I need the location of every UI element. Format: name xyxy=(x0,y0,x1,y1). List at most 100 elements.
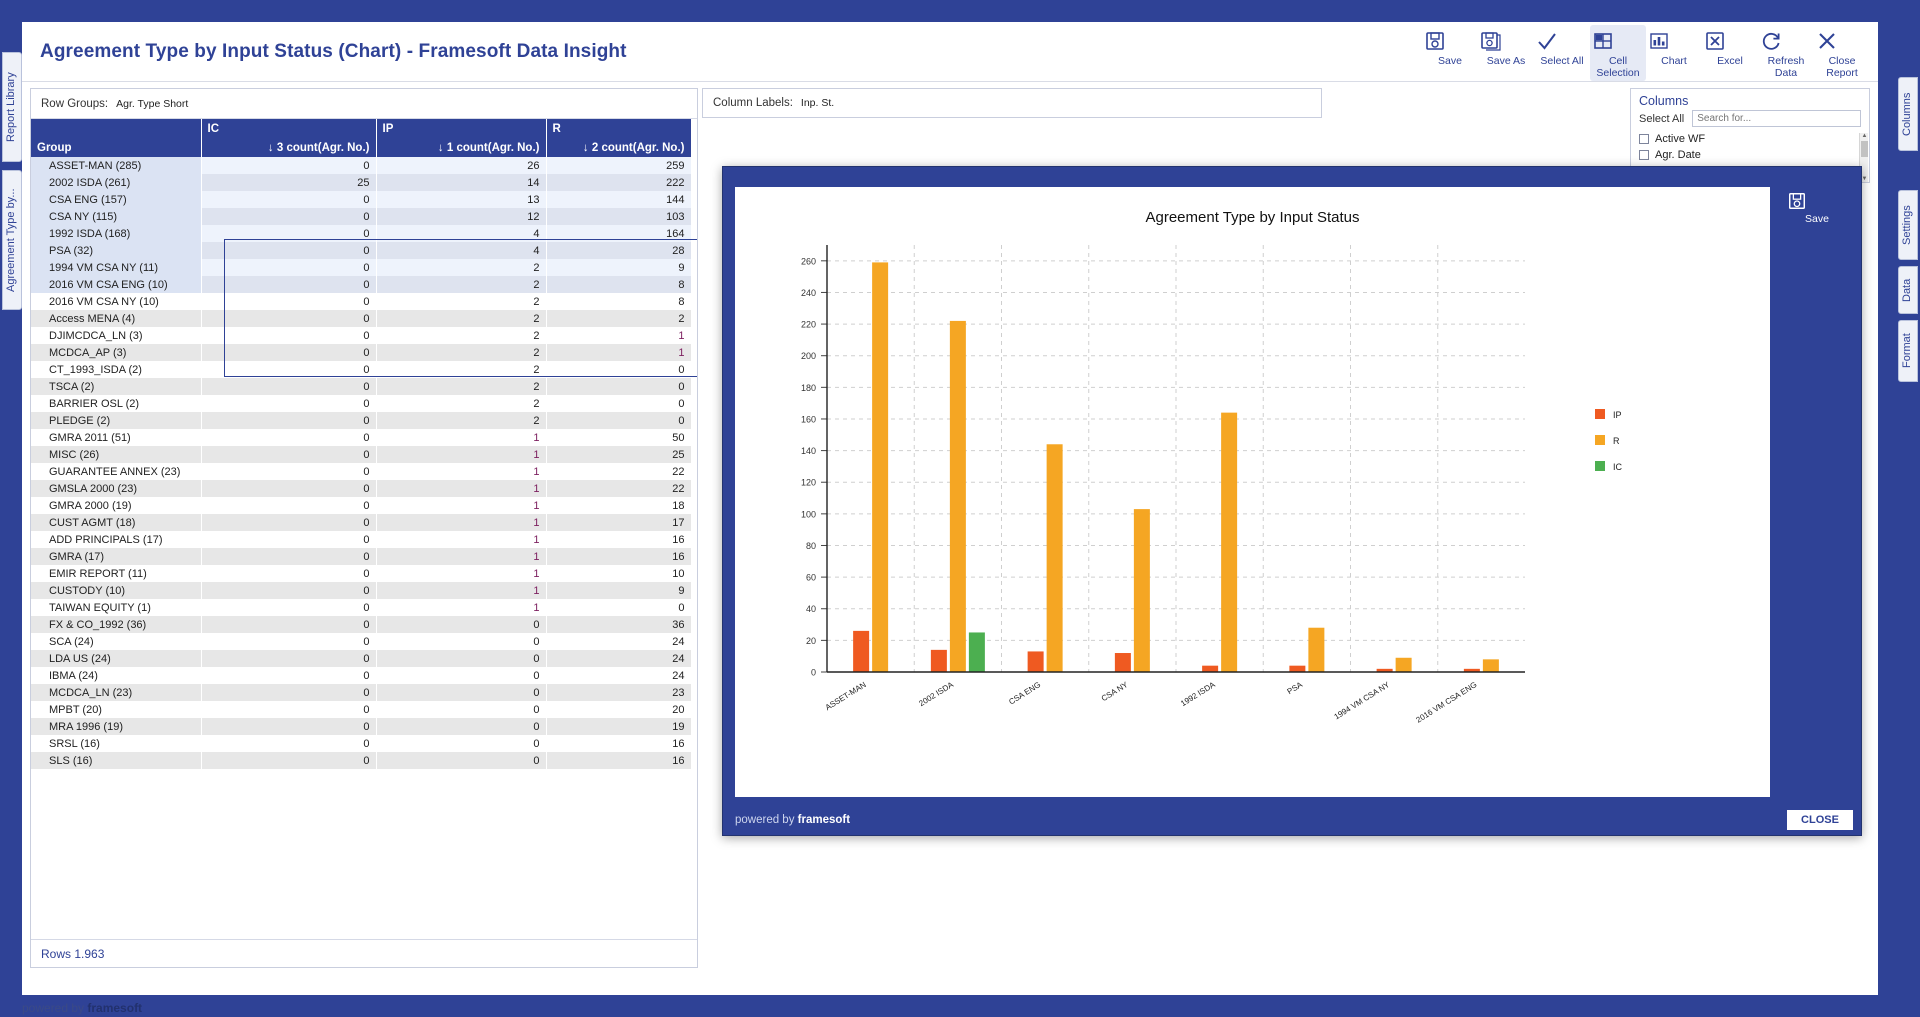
table-row[interactable]: GMRA 2000 (19) 0 1 18 xyxy=(31,497,691,514)
cell-ic-count[interactable]: 0 xyxy=(201,497,376,514)
vtab-format[interactable]: Format xyxy=(1898,320,1918,382)
cell-ic-count[interactable]: 0 xyxy=(201,242,376,259)
cell-ic-count[interactable]: 0 xyxy=(201,208,376,225)
table-row[interactable]: 1994 VM CSA NY (11) 0 2 9 xyxy=(31,259,691,276)
table-row[interactable]: 1992 ISDA (168) 0 4 164 xyxy=(31,225,691,242)
chart-save-button[interactable]: Save xyxy=(1787,191,1847,225)
cell-r-count[interactable]: 8 xyxy=(546,276,691,293)
cell-r-count[interactable]: 0 xyxy=(546,361,691,378)
cell-r-count[interactable]: 0 xyxy=(546,378,691,395)
cell-group-name[interactable]: SCA (24) xyxy=(31,633,201,650)
table-row[interactable]: CT_1993_ISDA (2) 0 2 0 xyxy=(31,361,691,378)
table-row[interactable]: TSCA (2) 0 2 0 xyxy=(31,378,691,395)
cell-r-count[interactable]: 1 xyxy=(546,327,691,344)
table-row[interactable]: CUSTODY (10) 0 1 9 xyxy=(31,582,691,599)
cell-ip-count[interactable]: 1 xyxy=(376,446,546,463)
cell-ip-count[interactable]: 1 xyxy=(376,582,546,599)
cell-ic-count[interactable]: 0 xyxy=(201,752,376,769)
cell-r-count[interactable]: 20 xyxy=(546,701,691,718)
col-header-ic-count[interactable]: ↓ 3 count(Agr. No.) xyxy=(201,138,377,157)
cell-ic-count[interactable]: 0 xyxy=(201,412,376,429)
cell-ip-count[interactable]: 1 xyxy=(376,429,546,446)
table-row[interactable]: PLEDGE (2) 0 2 0 xyxy=(31,412,691,429)
cell-ip-count[interactable]: 2 xyxy=(376,259,546,276)
cell-group-name[interactable]: PSA (32) xyxy=(31,242,201,259)
cell-ic-count[interactable]: 0 xyxy=(201,701,376,718)
chart-bar[interactable] xyxy=(1221,412,1238,672)
table-row[interactable]: BARRIER OSL (2) 0 2 0 xyxy=(31,395,691,412)
cell-group-name[interactable]: EMIR REPORT (11) xyxy=(31,565,201,582)
cell-r-count[interactable]: 0 xyxy=(546,395,691,412)
table-row[interactable]: FX & CO_1992 (36) 0 0 36 xyxy=(31,616,691,633)
cell-ip-count[interactable]: 13 xyxy=(376,191,546,208)
cell-group-name[interactable]: MCDCA_LN (23) xyxy=(31,684,201,701)
table-row[interactable]: EMIR REPORT (11) 0 1 10 xyxy=(31,565,691,582)
cell-ip-count[interactable]: 4 xyxy=(376,242,546,259)
cell-group-name[interactable]: MISC (26) xyxy=(31,446,201,463)
chart-bar[interactable] xyxy=(930,649,947,672)
cell-r-count[interactable]: 22 xyxy=(546,463,691,480)
cell-ic-count[interactable]: 0 xyxy=(201,429,376,446)
table-row[interactable]: MPBT (20) 0 0 20 xyxy=(31,701,691,718)
cell-group-name[interactable]: CUST AGMT (18) xyxy=(31,514,201,531)
cell-r-count[interactable]: 18 xyxy=(546,497,691,514)
cell-ip-count[interactable]: 2 xyxy=(376,276,546,293)
scroll-up-icon[interactable]: ▲ xyxy=(1861,133,1868,140)
cell-group-name[interactable]: SRSL (16) xyxy=(31,735,201,752)
cell-r-count[interactable]: 0 xyxy=(546,412,691,429)
cell-ic-count[interactable]: 0 xyxy=(201,446,376,463)
cell-ic-count[interactable]: 0 xyxy=(201,259,376,276)
cell-ip-count[interactable]: 0 xyxy=(376,701,546,718)
cell-ip-count[interactable]: 14 xyxy=(376,174,546,191)
cell-r-count[interactable]: 17 xyxy=(546,514,691,531)
row-groups-chip[interactable]: Agr. Type Short xyxy=(116,98,188,110)
table-row[interactable]: TAIWAN EQUITY (1) 0 1 0 xyxy=(31,599,691,616)
table-row[interactable]: Access MENA (4) 0 2 2 xyxy=(31,310,691,327)
cell-ip-count[interactable]: 1 xyxy=(376,599,546,616)
cell-ic-count[interactable]: 0 xyxy=(201,344,376,361)
table-row[interactable]: SLS (16) 0 0 16 xyxy=(31,752,691,769)
cell-group-name[interactable]: 2002 ISDA (261) xyxy=(31,174,201,191)
cell-group-name[interactable]: GMRA 2011 (51) xyxy=(31,429,201,446)
cell-group-name[interactable]: GMSLA 2000 (23) xyxy=(31,480,201,497)
cell-r-count[interactable]: 23 xyxy=(546,684,691,701)
cell-r-count[interactable]: 24 xyxy=(546,667,691,684)
cell-group-name[interactable]: CUSTODY (10) xyxy=(31,582,201,599)
cell-ic-count[interactable]: 0 xyxy=(201,361,376,378)
save-as-button[interactable]: Save As xyxy=(1478,25,1534,70)
table-row[interactable]: GUARANTEE ANNEX (23) 0 1 22 xyxy=(31,463,691,480)
cell-group-name[interactable]: IBMA (24) xyxy=(31,667,201,684)
cell-ip-count[interactable]: 2 xyxy=(376,327,546,344)
cell-ip-count[interactable]: 1 xyxy=(376,565,546,582)
cell-ip-count[interactable]: 1 xyxy=(376,548,546,565)
table-row[interactable]: MCDCA_AP (3) 0 2 1 xyxy=(31,344,691,361)
bar-chart[interactable]: 0 20 40 60 80 100 120 140 160 180 200 220 240 260 ASSE… xyxy=(735,187,1770,797)
cell-ic-count[interactable]: 25 xyxy=(201,174,376,191)
cell-ip-count[interactable]: 2 xyxy=(376,378,546,395)
cell-group-name[interactable]: TSCA (2) xyxy=(31,378,201,395)
group-header-ip[interactable]: IP xyxy=(376,119,547,138)
cell-ic-count[interactable]: 0 xyxy=(201,633,376,650)
chart-button[interactable]: Chart xyxy=(1646,25,1702,70)
select-all-button[interactable]: Select All xyxy=(1534,25,1590,70)
table-row[interactable]: MISC (26) 0 1 25 xyxy=(31,446,691,463)
cell-group-name[interactable]: GMRA 2000 (19) xyxy=(31,497,201,514)
cell-r-count[interactable]: 0 xyxy=(546,599,691,616)
cell-ic-count[interactable]: 0 xyxy=(201,157,376,174)
cell-group-name[interactable]: GUARANTEE ANNEX (23) xyxy=(31,463,201,480)
cell-group-name[interactable]: Access MENA (4) xyxy=(31,310,201,327)
cell-group-name[interactable]: CSA NY (115) xyxy=(31,208,201,225)
cell-group-name[interactable]: 2016 VM CSA ENG (10) xyxy=(31,276,201,293)
cell-r-count[interactable]: 8 xyxy=(546,293,691,310)
cell-r-count[interactable]: 16 xyxy=(546,548,691,565)
column-labels-chip[interactable]: Inp. St. xyxy=(801,97,834,109)
cell-ip-count[interactable]: 2 xyxy=(376,361,546,378)
legend-swatch[interactable] xyxy=(1595,409,1605,419)
table-row[interactable]: IBMA (24) 0 0 24 xyxy=(31,667,691,684)
excel-button[interactable]: Excel xyxy=(1702,25,1758,70)
chart-bar[interactable] xyxy=(1482,659,1499,672)
columns-item-active-wf[interactable]: Active WF xyxy=(1631,131,1869,147)
cell-group-name[interactable]: GMRA (17) xyxy=(31,548,201,565)
checkbox-icon[interactable] xyxy=(1639,134,1649,144)
cell-group-name[interactable]: 1994 VM CSA NY (11) xyxy=(31,259,201,276)
